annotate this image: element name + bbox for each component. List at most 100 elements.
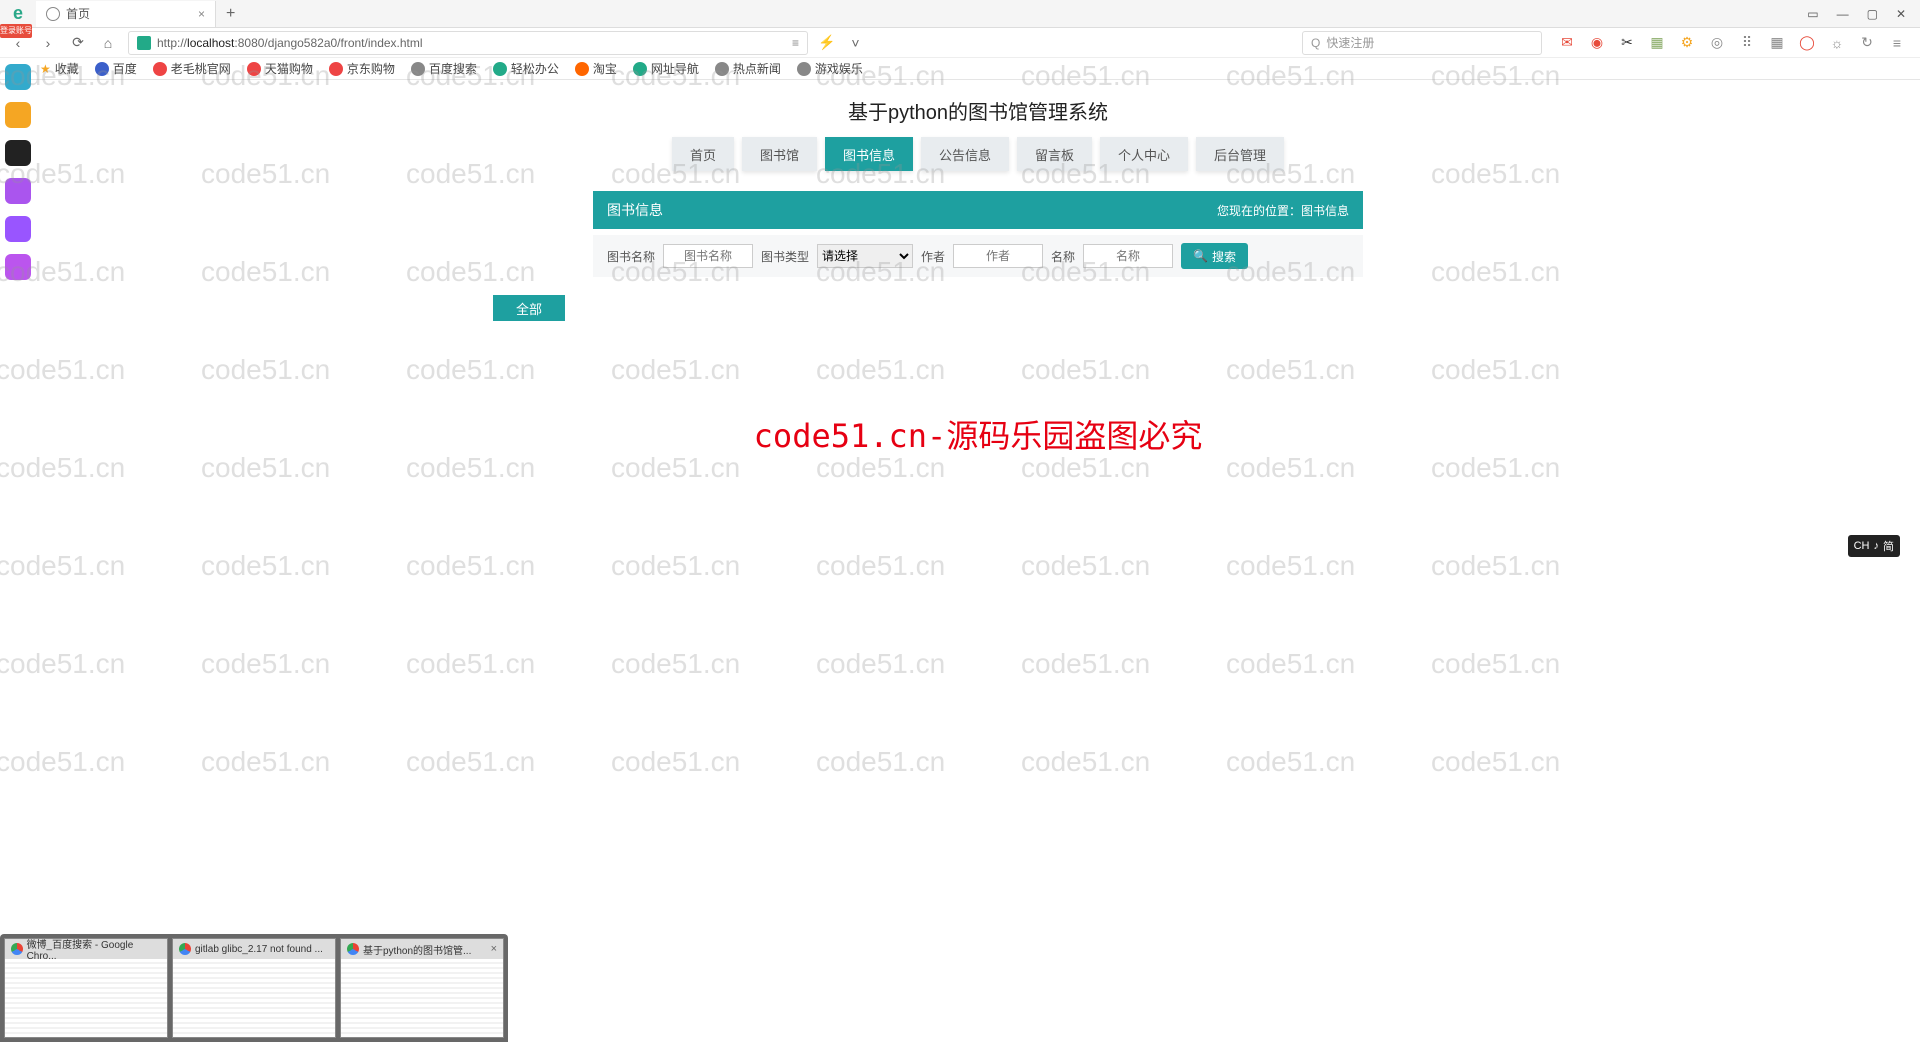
toolbar-icon-3[interactable]: ▦	[1648, 34, 1666, 52]
bookmark-item[interactable]: 网址导航	[633, 60, 699, 77]
new-tab-button[interactable]: +	[216, 5, 245, 23]
window-menu-button[interactable]: ▭	[1807, 7, 1818, 21]
url-dropdown[interactable]: ˅	[845, 35, 865, 51]
toolbar-icon-6[interactable]: ⠿	[1738, 34, 1756, 52]
browser-sidebar	[0, 56, 36, 280]
sidebar-app-4[interactable]	[5, 216, 31, 242]
window-close-button[interactable]: ✕	[1896, 7, 1906, 21]
bookmark-item[interactable]: 热点新闻	[715, 60, 781, 77]
bookmark-label: 淘宝	[593, 60, 617, 77]
nav-tab[interactable]: 后台管理	[1196, 137, 1284, 171]
bookmark-icon	[493, 62, 507, 76]
bookmark-item[interactable]: 游戏娱乐	[797, 60, 863, 77]
bookmark-item[interactable]: 轻松办公	[493, 60, 559, 77]
login-badge[interactable]: 登录账号	[0, 24, 32, 38]
toolbar-icon-9[interactable]: ☼	[1828, 34, 1846, 52]
ime-indicator[interactable]: CH♪简	[1848, 535, 1900, 557]
taskbar-preview[interactable]: 微博_百度搜索 - Google Chro...	[4, 938, 168, 1038]
book-type-select[interactable]: 请选择	[817, 244, 913, 268]
bookmark-label: 游戏娱乐	[815, 60, 863, 77]
url-text: http://localhost:8080/django582a0/front/…	[157, 36, 423, 50]
nav-tab[interactable]: 公告信息	[921, 137, 1009, 171]
flash-icon[interactable]: ⚡	[818, 34, 835, 51]
bookmark-item[interactable]: 京东购物	[329, 60, 395, 77]
search-button[interactable]: 🔍 搜索	[1181, 243, 1248, 269]
chrome-icon	[11, 943, 23, 955]
title-input[interactable]	[1083, 244, 1173, 268]
search-icon: Q	[1311, 36, 1320, 50]
tab-title: 首页	[66, 5, 90, 22]
taskbar-preview[interactable]: 基于python的图书馆管...×	[340, 938, 504, 1038]
nav-tab[interactable]: 图书馆	[742, 137, 817, 171]
toolbar-icons: ✉ ◉ ✂ ▦ ⚙ ◎ ⠿ ▦ ◯ ☼ ↻ ≡	[1552, 34, 1912, 52]
toolbar-icon-4[interactable]: ⚙	[1678, 34, 1696, 52]
url-input[interactable]: http://localhost:8080/django582a0/front/…	[128, 31, 808, 55]
toolbar-icon-8[interactable]: ◯	[1798, 34, 1816, 52]
magnifier-icon: 🔍	[1193, 249, 1208, 263]
author-label: 作者	[921, 248, 945, 265]
toolbar-icon-2[interactable]: ✂	[1618, 34, 1636, 52]
site-title: 基于python的图书馆管理系统	[36, 80, 1920, 137]
browser-tab[interactable]: 首页 ×	[36, 1, 216, 27]
window-maximize-button[interactable]: ▢	[1867, 7, 1878, 21]
sidebar-app-3[interactable]	[5, 178, 31, 204]
bookmark-label: 热点新闻	[733, 60, 781, 77]
bookmark-item[interactable]: 天猫购物	[247, 60, 313, 77]
panel-title: 图书信息	[607, 200, 663, 220]
sidebar-app-1[interactable]	[5, 102, 31, 128]
search-form: 图书名称 图书类型 请选择 作者 名称 🔍 搜索	[593, 235, 1363, 277]
sidebar-app-5[interactable]	[5, 254, 31, 280]
home-button[interactable]: ⌂	[98, 35, 118, 51]
bookmark-icon	[715, 62, 729, 76]
bookmark-icon	[247, 62, 261, 76]
bookmark-icon	[633, 62, 647, 76]
globe-icon	[46, 7, 60, 21]
bookmark-item[interactable]: 百度	[95, 60, 137, 77]
bookmark-label: 老毛桃官网	[171, 60, 231, 77]
taskbar-preview[interactable]: gitlab glibc_2.17 not found ...	[172, 938, 336, 1038]
bookmark-label: 网址导航	[651, 60, 699, 77]
tab-close-button[interactable]: ×	[198, 7, 205, 21]
book-type-label: 图书类型	[761, 248, 809, 265]
page-viewport: code51.cncode51.cncode51.cncode51.cncode…	[36, 80, 1920, 1042]
toolbar-icon-1[interactable]: ◉	[1588, 34, 1606, 52]
browser-search-input[interactable]: Q 快速注册	[1302, 31, 1542, 55]
toolbar-icon-0[interactable]: ✉	[1558, 34, 1576, 52]
nav-tab[interactable]: 留言板	[1017, 137, 1092, 171]
sidebar-app-0[interactable]	[5, 64, 31, 90]
browser-tab-strip: e 登录账号 首页 × + ▭ — ▢ ✕	[0, 0, 1920, 28]
author-input[interactable]	[953, 244, 1043, 268]
bookmark-item[interactable]: 百度搜索	[411, 60, 477, 77]
bookmark-icon	[153, 62, 167, 76]
filter-all-button[interactable]: 全部	[493, 295, 565, 321]
center-watermark-text: code51.cn-源码乐园盗图必究	[36, 411, 1920, 457]
window-controls: ▭ — ▢ ✕	[1807, 7, 1920, 21]
nav-tab[interactable]: 个人中心	[1100, 137, 1188, 171]
nav-tab[interactable]: 首页	[672, 137, 734, 171]
bookmarks-bar: ★ 收藏 百度 老毛桃官网天猫购物 京东购物百度搜索 轻松办公 淘宝 网址导航 热点新闻 游戏…	[0, 58, 1920, 80]
bookmark-item[interactable]: 老毛桃官网	[153, 60, 231, 77]
title-label: 名称	[1051, 248, 1075, 265]
preview-thumbnail	[173, 959, 335, 1037]
toolbar-icon-5[interactable]: ◎	[1708, 34, 1726, 52]
preview-thumbnail	[341, 959, 503, 1037]
reader-mode-icon[interactable]: ≡	[792, 36, 799, 50]
chrome-icon	[347, 943, 359, 955]
nav-tab[interactable]: 图书信息	[825, 137, 913, 171]
bookmark-icon	[329, 62, 343, 76]
nav-tabs: 首页图书馆图书信息公告信息留言板个人中心后台管理	[36, 137, 1920, 171]
bookmark-icon	[797, 62, 811, 76]
bookmark-label: 轻松办公	[511, 60, 559, 77]
forward-button[interactable]: ›	[38, 35, 58, 51]
bookmark-label: 京东购物	[347, 60, 395, 77]
preview-close-button[interactable]: ×	[491, 943, 497, 955]
toolbar-icon-7[interactable]: ▦	[1768, 34, 1786, 52]
toolbar-icon-10[interactable]: ↻	[1858, 34, 1876, 52]
bookmark-item[interactable]: 淘宝	[575, 60, 617, 77]
toolbar-icon-11[interactable]: ≡	[1888, 34, 1906, 52]
reload-button[interactable]: ⟳	[68, 34, 88, 51]
sidebar-app-2[interactable]	[5, 140, 31, 166]
window-minimize-button[interactable]: —	[1837, 7, 1849, 21]
favorites-button[interactable]: ★ 收藏	[40, 60, 79, 77]
book-name-input[interactable]	[663, 244, 753, 268]
